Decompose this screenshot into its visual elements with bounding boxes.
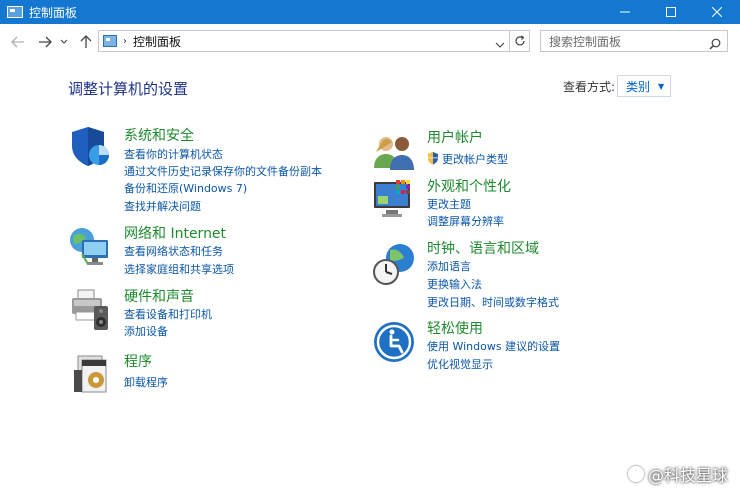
recent-locations-button[interactable] bbox=[58, 32, 70, 52]
search-box[interactable]: 搜索控制面板 bbox=[540, 30, 728, 52]
link-change-account-type[interactable]: 更改帐户类型 bbox=[442, 153, 508, 166]
category-title-hardware-sound[interactable]: 硬件和声音 bbox=[124, 286, 194, 306]
link-homegroup-sharing[interactable]: 选择家庭组和共享选项 bbox=[124, 261, 234, 277]
search-icon[interactable] bbox=[709, 35, 721, 54]
search-input[interactable]: 搜索控制面板 bbox=[549, 33, 621, 50]
title-bar: 控制面板 bbox=[0, 0, 740, 24]
arrow-right-icon bbox=[39, 36, 52, 48]
watermark-text: @科技星球 bbox=[647, 466, 728, 485]
up-button[interactable] bbox=[76, 32, 96, 52]
maximize-button[interactable] bbox=[648, 0, 694, 24]
link-add-device[interactable]: 添加设备 bbox=[124, 323, 168, 339]
breadcrumb-separator: › bbox=[123, 35, 127, 47]
watermark: @科技星球 bbox=[627, 462, 728, 486]
link-view-network-status[interactable]: 查看网络状态和任务 bbox=[124, 243, 223, 259]
user-accounts-icon[interactable] bbox=[372, 128, 416, 172]
dropdown-triangle-icon: ▼ bbox=[658, 81, 665, 91]
refresh-icon bbox=[514, 35, 525, 46]
category-title-system-security[interactable]: 系统和安全 bbox=[124, 125, 194, 145]
link-change-date-time-format[interactable]: 更改日期、时间或数字格式 bbox=[427, 294, 559, 310]
link-add-language[interactable]: 添加语言 bbox=[427, 258, 471, 274]
network-internet-icon[interactable] bbox=[68, 224, 112, 268]
hardware-sound-icon[interactable] bbox=[68, 288, 112, 332]
link-view-computer-status[interactable]: 查看你的计算机状态 bbox=[124, 146, 223, 162]
link-devices-printers[interactable]: 查看设备和打印机 bbox=[124, 306, 212, 322]
link-optimize-visual-display[interactable]: 优化视觉显示 bbox=[427, 356, 493, 372]
view-by-dropdown[interactable]: 类别 ▼ bbox=[617, 75, 671, 97]
link-change-account-type-row[interactable]: 更改帐户类型 bbox=[427, 151, 508, 167]
watermark-logo-icon bbox=[627, 466, 644, 482]
control-panel-window: 控制面板 › 控制面板 搜索控制面板 调整计算机的设置 查看方式: 类别 ▼ 系… bbox=[0, 0, 740, 500]
chevron-down-icon bbox=[495, 42, 505, 48]
address-dropdown-button[interactable] bbox=[495, 35, 505, 54]
category-title-network-internet[interactable]: 网络和 Internet bbox=[124, 223, 226, 243]
window-controls bbox=[602, 0, 740, 24]
breadcrumb-control-panel[interactable]: 控制面板 bbox=[133, 33, 181, 50]
link-recommended-settings[interactable]: 使用 Windows 建议的设置 bbox=[427, 338, 560, 354]
maximize-icon bbox=[666, 7, 676, 17]
view-by-label: 查看方式: bbox=[563, 80, 616, 94]
link-change-input-method[interactable]: 更换输入法 bbox=[427, 276, 482, 292]
close-button[interactable] bbox=[694, 0, 740, 24]
link-backup-restore[interactable]: 备份和还原(Windows 7) bbox=[124, 180, 247, 196]
link-uninstall-program[interactable]: 卸载程序 bbox=[124, 374, 168, 390]
arrow-left-icon bbox=[11, 36, 24, 48]
close-icon bbox=[712, 7, 722, 17]
back-button[interactable] bbox=[8, 32, 28, 52]
chevron-down-icon bbox=[60, 39, 68, 44]
link-adjust-resolution[interactable]: 调整屏幕分辨率 bbox=[427, 213, 504, 229]
minimize-icon bbox=[620, 11, 630, 13]
category-title-ease-of-access[interactable]: 轻松使用 bbox=[427, 318, 483, 338]
category-title-clock-region[interactable]: 时钟、语言和区域 bbox=[427, 238, 539, 258]
window-title: 控制面板 bbox=[29, 5, 78, 20]
appearance-icon[interactable] bbox=[372, 178, 416, 222]
category-title-user-accounts[interactable]: 用户帐户 bbox=[427, 127, 483, 147]
link-file-history-backup[interactable]: 通过文件历史记录保存你的文件备份副本 bbox=[124, 163, 322, 179]
link-change-theme[interactable]: 更改主题 bbox=[427, 196, 471, 212]
forward-button[interactable] bbox=[35, 32, 55, 52]
refresh-button[interactable] bbox=[510, 30, 530, 52]
programs-icon[interactable] bbox=[72, 350, 116, 394]
clock-region-icon[interactable] bbox=[372, 242, 416, 286]
view-by-value: 类别 bbox=[626, 79, 651, 94]
control-panel-icon bbox=[103, 35, 117, 47]
ease-of-access-icon[interactable] bbox=[372, 320, 416, 364]
arrow-up-icon bbox=[80, 35, 92, 48]
minimize-button[interactable] bbox=[602, 0, 648, 24]
link-troubleshoot[interactable]: 查找并解决问题 bbox=[124, 198, 201, 214]
address-bar[interactable]: › 控制面板 bbox=[98, 30, 510, 52]
control-panel-icon bbox=[7, 6, 23, 18]
page-title: 调整计算机的设置 bbox=[68, 80, 189, 98]
category-title-programs[interactable]: 程序 bbox=[124, 351, 152, 371]
category-title-appearance[interactable]: 外观和个性化 bbox=[427, 176, 511, 196]
system-security-icon[interactable] bbox=[68, 124, 112, 168]
uac-shield-icon bbox=[428, 152, 438, 165]
